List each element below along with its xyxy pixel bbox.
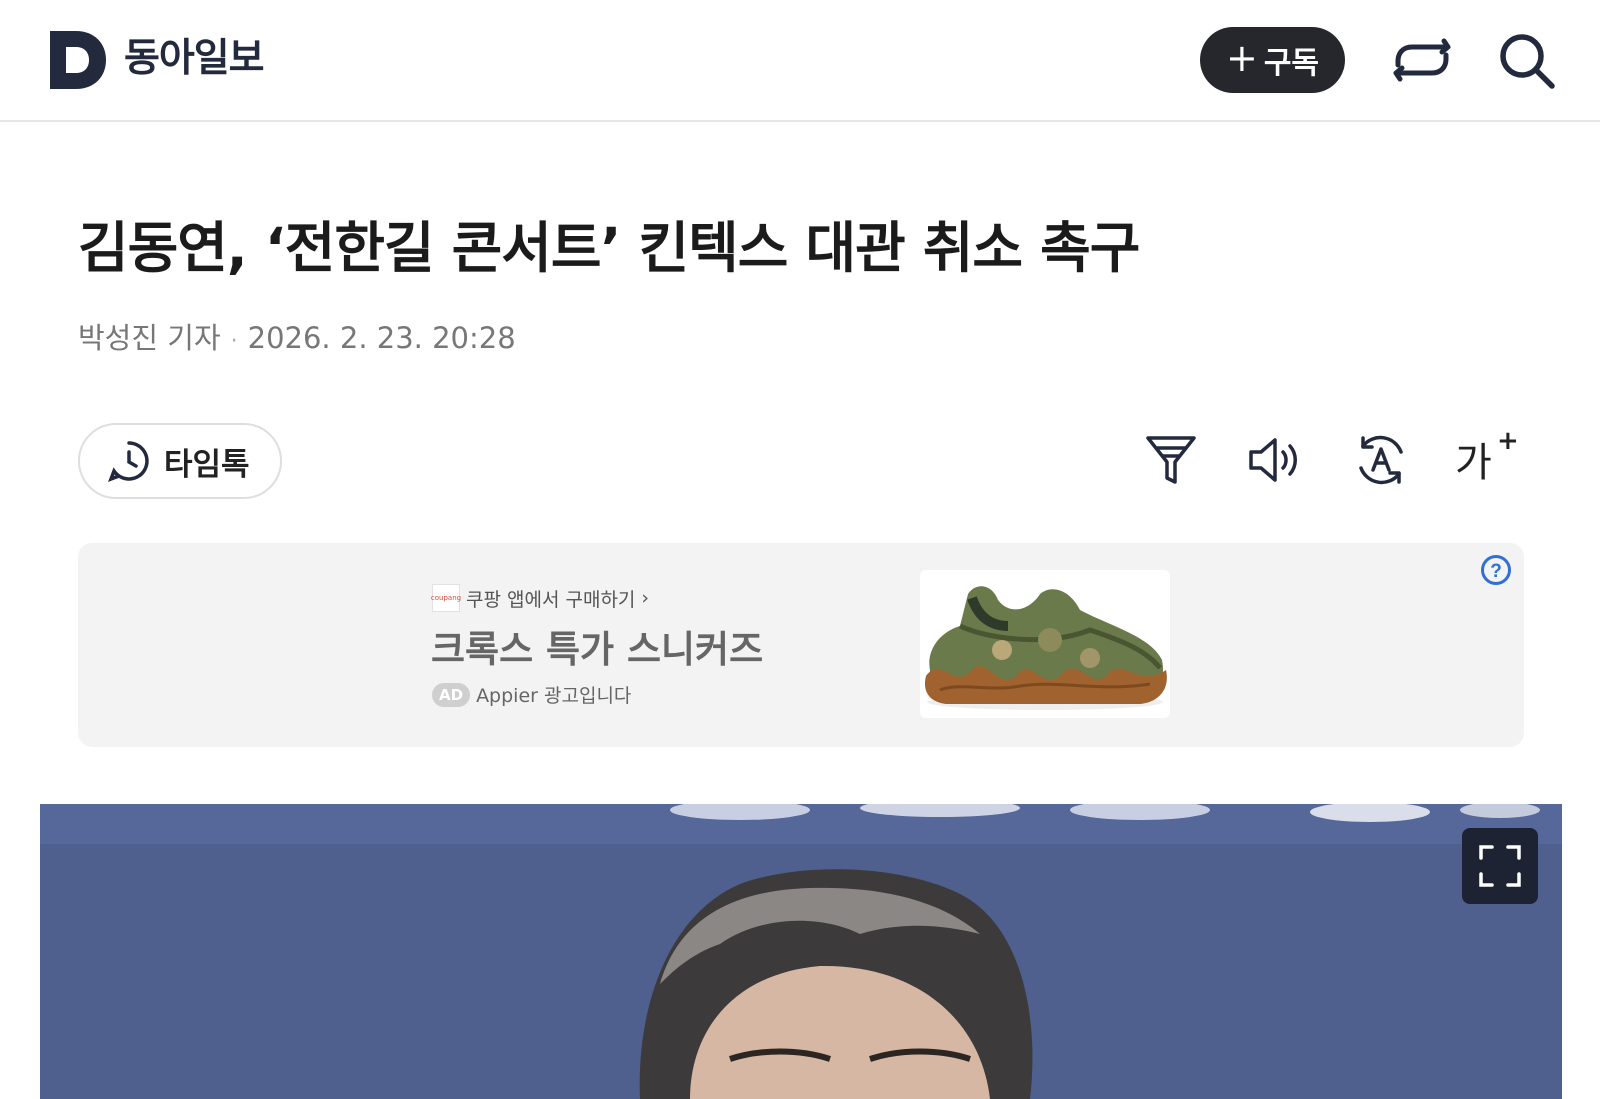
chevron-right-icon: › (641, 587, 650, 609)
ad-source-text: 쿠팡 앱에서 구매하기 (466, 588, 636, 611)
byline: 박성진 기자 · 2026. 2. 23. 20:28 (78, 318, 516, 362)
ad-badge: AD (432, 682, 471, 707)
audio-icon[interactable] (1247, 432, 1303, 488)
plus-icon: + (1225, 36, 1258, 80)
font-size-plus: + (1497, 426, 1519, 456)
author-name[interactable]: 박성진 기자 (78, 321, 221, 355)
svg-text:?: ? (1490, 561, 1502, 582)
timetalk-icon (108, 441, 149, 482)
font-size-button[interactable]: 가 + (1455, 426, 1525, 490)
search-icon[interactable] (1498, 32, 1556, 90)
article-headline: 김동연, ‘전한길 콘서트’ 킨텍스 대관 취소 촉구 (78, 216, 1140, 280)
filter-icon[interactable] (1143, 432, 1199, 488)
ad-title[interactable]: 크록스 특가 스니커즈 (431, 624, 763, 676)
timetalk-button[interactable]: 타임톡 (78, 423, 282, 499)
ad-source-link[interactable]: coupang 쿠팡 앱에서 구매하기 › (431, 584, 650, 612)
fullscreen-icon[interactable] (1462, 828, 1538, 904)
donga-logo-icon[interactable] (50, 31, 106, 89)
share-icon[interactable] (1392, 33, 1452, 87)
sneaker-image (924, 586, 1167, 710)
byline-separator: · (230, 329, 238, 354)
subscribe-label: 구독 (1263, 46, 1320, 81)
ad-meta: AD Appier 광고입니다 (432, 681, 631, 708)
coupang-logo: coupang (431, 584, 461, 612)
publish-datetime: 2026. 2. 23. 20:28 (247, 321, 516, 355)
photo-image (40, 804, 1562, 1099)
translate-icon[interactable] (1353, 432, 1409, 488)
article-photo[interactable] (40, 804, 1562, 1099)
timetalk-label: 타임톡 (164, 446, 250, 483)
ad-product-image[interactable] (920, 570, 1170, 718)
site-name[interactable]: 동아일보 (124, 34, 265, 84)
subscribe-button[interactable]: + 구독 (1200, 27, 1345, 93)
site-header: 동아일보 + 구독 (0, 0, 1600, 122)
question-circle-icon[interactable]: ? (1480, 554, 1512, 586)
font-size-icon: 가 (1455, 440, 1492, 486)
ad-banner[interactable] (78, 543, 1524, 747)
ad-advertiser: Appier 광고입니다 (476, 685, 632, 707)
